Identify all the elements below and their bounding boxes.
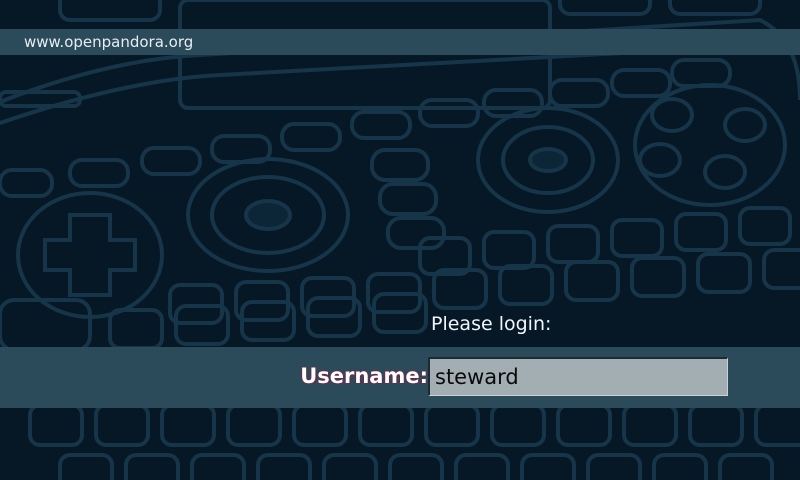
username-label: Username: xyxy=(300,364,428,388)
login-prompt: Please login: xyxy=(431,313,552,335)
login-bar: Username: xyxy=(0,347,800,408)
top-banner: www.openpandora.org xyxy=(0,29,800,55)
website-url-label: www.openpandora.org xyxy=(24,33,194,51)
username-input[interactable] xyxy=(428,357,728,396)
login-screen: www.openpandora.org Please login: Userna… xyxy=(0,0,800,480)
console-wallpaper xyxy=(0,0,800,480)
